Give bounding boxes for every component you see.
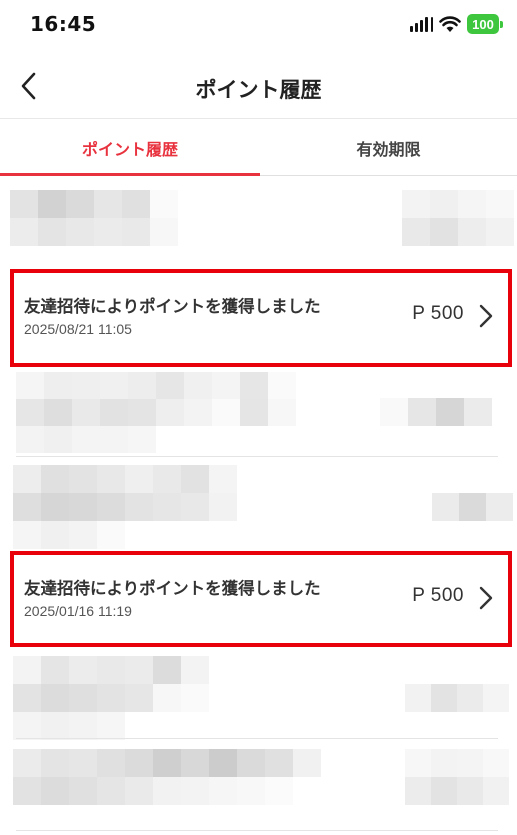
chevron-right-icon bbox=[479, 586, 493, 610]
history-row-date: 2025/08/21 11:05 bbox=[24, 321, 132, 337]
wifi-icon bbox=[439, 16, 461, 32]
history-row-points: P 500 bbox=[412, 303, 464, 324]
history-row-highlighted[interactable]: 友達招待によりポイントを獲得しました 2025/08/21 11:05 P 50… bbox=[10, 269, 512, 367]
blurred-content bbox=[16, 372, 296, 453]
blurred-content bbox=[13, 656, 209, 740]
tab-expiration[interactable]: 有効期限 bbox=[260, 119, 517, 176]
blurred-content bbox=[405, 684, 509, 712]
signal-icon bbox=[410, 16, 433, 32]
history-row-title: 友達招待によりポイントを獲得しました bbox=[24, 579, 321, 598]
blurred-content bbox=[405, 749, 509, 805]
status-icons: 100 bbox=[410, 14, 503, 34]
page-title: ポイント履歴 bbox=[195, 78, 322, 102]
row-divider bbox=[16, 738, 498, 739]
history-row-date: 2025/01/16 11:19 bbox=[24, 603, 132, 619]
history-row-title: 友達招待によりポイントを獲得しました bbox=[24, 297, 321, 316]
row-divider bbox=[16, 830, 498, 831]
battery-icon: 100 bbox=[467, 14, 503, 34]
active-tab-indicator bbox=[0, 173, 260, 176]
row-divider bbox=[16, 456, 498, 457]
history-row-points: P 500 bbox=[412, 585, 464, 606]
blurred-content bbox=[13, 465, 237, 549]
blurred-content bbox=[402, 190, 514, 246]
chevron-right-icon bbox=[479, 304, 493, 328]
tab-point-history[interactable]: ポイント履歴 bbox=[0, 119, 260, 176]
tab-bar: ポイント履歴 有効期限 bbox=[0, 118, 517, 176]
blurred-content bbox=[432, 493, 513, 521]
nav-header: ポイント履歴 bbox=[0, 58, 517, 118]
blurred-content bbox=[13, 749, 321, 805]
history-row-highlighted[interactable]: 友達招待によりポイントを獲得しました 2025/01/16 11:19 P 50… bbox=[10, 551, 512, 647]
status-bar: 16:45 100 bbox=[0, 0, 517, 52]
battery-level: 100 bbox=[467, 14, 499, 34]
blurred-content bbox=[380, 398, 492, 426]
status-time: 16:45 bbox=[30, 12, 97, 36]
blurred-content bbox=[10, 190, 178, 246]
